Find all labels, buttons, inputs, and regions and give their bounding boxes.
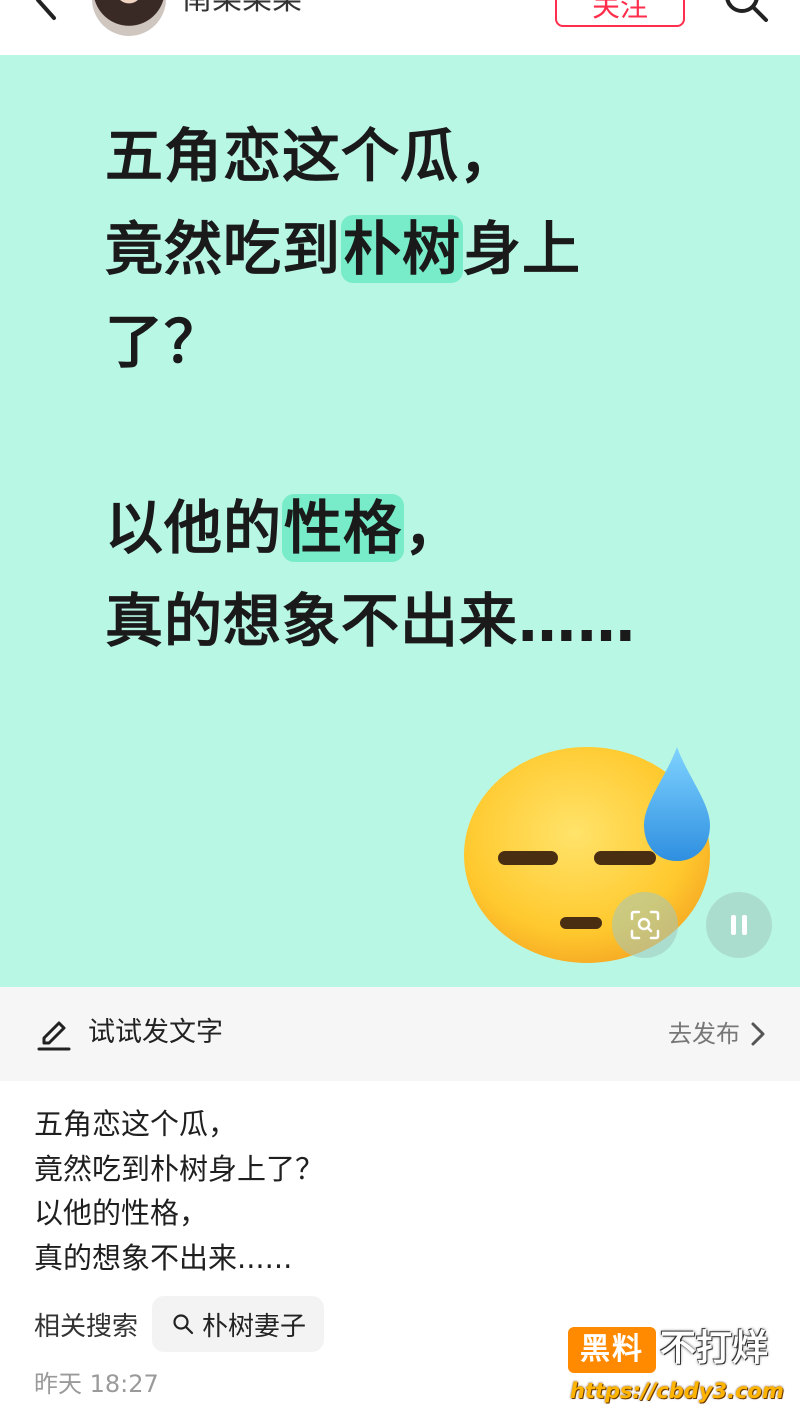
post-text-line: 竟然吃到朴树身上了？ — [34, 1151, 325, 1186]
post-text-line: 五角恋这个瓜， — [34, 1107, 238, 1141]
cover-line: 竟然吃到朴树身上 — [105, 215, 582, 283]
chevron-right-icon — [751, 1022, 765, 1046]
watermark-text: 不打烊 — [660, 1328, 769, 1369]
post-text-line: 真的想象不出来...... — [34, 1240, 293, 1275]
cover-text: 五角恋这个瓜， 竟然吃到朴树身上 了？ 以他的性格， 真的想象不出来…… — [105, 110, 765, 668]
cover-line: 五角恋这个瓜， — [105, 122, 519, 190]
search-icon — [725, 0, 768, 22]
related-search-label: 相关搜索 — [34, 1311, 139, 1342]
post-text: 五角恋这个瓜， 竟然吃到朴树身上了？ 以他的性格， 真的想象不出来...... — [34, 1102, 774, 1280]
image-search-button[interactable] — [612, 892, 678, 958]
post-timestamp: 昨天 18:27 — [34, 1370, 159, 1398]
scan-icon — [630, 910, 660, 940]
cover-line: 以他的性格， — [105, 494, 464, 562]
top-bar: 南栗栗栗 关注 — [0, 0, 800, 55]
watermark: 黑料 不打烊 https://cbdy3.com — [568, 1325, 788, 1409]
post-cover-image[interactable]: 五角恋这个瓜， 竟然吃到朴树身上 了？ 以他的性格， 真的想象不出来…… — [0, 55, 800, 987]
pause-button[interactable] — [706, 892, 772, 958]
follow-button[interactable]: 关注 — [555, 0, 685, 27]
cover-highlight: 朴树 — [341, 215, 464, 283]
try-writing-bar[interactable]: 试试发文字 去发布 — [0, 987, 800, 1081]
avatar[interactable] — [92, 0, 166, 36]
related-search-query: 朴树妻子 — [202, 1311, 307, 1342]
cover-highlight: 性格 — [282, 494, 405, 562]
related-search: 相关搜索 朴树妻子 — [34, 1296, 325, 1352]
try-writing-label: 试试发文字 — [88, 1017, 223, 1048]
cover-line: 了？ — [105, 308, 224, 376]
pencil-icon — [37, 1021, 71, 1051]
watermark-badge: 黑料 — [568, 1327, 656, 1373]
watermark-url: https://cbdy3.com — [570, 1379, 784, 1403]
go-publish-link[interactable]: 去发布 — [668, 1017, 766, 1051]
post-text-line: 以他的性格， — [34, 1196, 209, 1230]
go-publish-label: 去发布 — [668, 1020, 740, 1048]
pause-icon — [731, 915, 747, 935]
search-button[interactable] — [722, 0, 770, 24]
back-arrow-icon — [36, 0, 56, 20]
username[interactable]: 南栗栗栗 — [182, 0, 302, 18]
cover-line: 真的想象不出来…… — [105, 587, 637, 655]
back-button[interactable] — [24, 0, 68, 22]
search-icon — [173, 1314, 194, 1335]
related-search-chip[interactable]: 朴树妻子 — [152, 1296, 325, 1352]
